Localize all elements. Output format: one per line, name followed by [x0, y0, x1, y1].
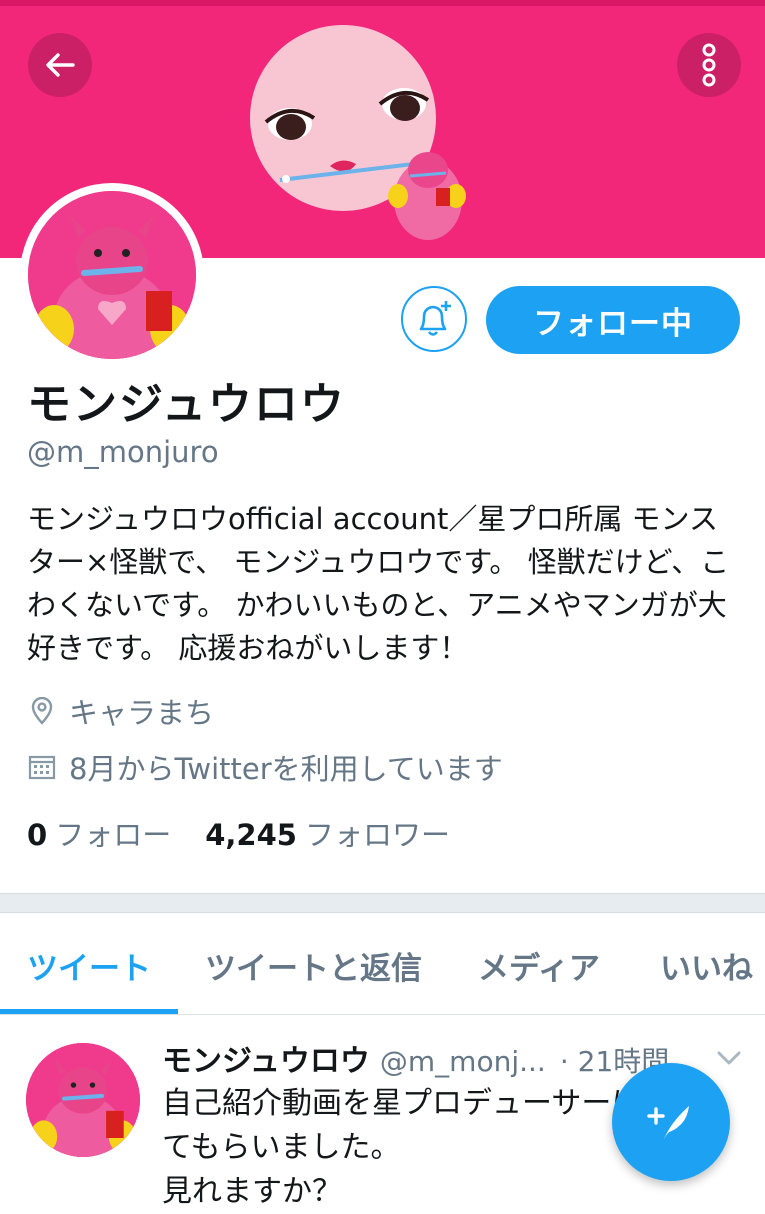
calendar-icon — [27, 752, 57, 782]
tweet-avatar[interactable] — [26, 1043, 140, 1157]
tab-media[interactable]: メディア — [478, 943, 600, 988]
profile-handle: @m_monjuro — [27, 435, 219, 469]
tweet-author-handle: @m_monj... — [379, 1045, 546, 1078]
following-link[interactable]: 0 フォロー — [27, 812, 171, 854]
active-tab-indicator — [0, 1009, 178, 1014]
followers-label: フォロワー — [304, 818, 450, 852]
section-divider — [0, 893, 765, 913]
notifications-button[interactable] — [401, 286, 467, 352]
arrow-left-icon — [46, 53, 75, 77]
followers-link[interactable]: 4,245 フォロワー — [205, 812, 450, 854]
location-pin-icon — [27, 696, 57, 726]
more-vertical-icon — [702, 43, 716, 87]
tweet-line: 見れますか？ — [162, 1174, 342, 1209]
compose-tweet-button[interactable] — [612, 1063, 730, 1181]
profile-bio: モンジュウロウofficial account／星プロ所属 モンスター×怪獣で、… — [27, 502, 730, 665]
profile-name: モンジュウロウ — [27, 379, 346, 430]
monster-avatar-illustration — [26, 1043, 140, 1157]
tweet-author-name[interactable]: モンジュウロウ — [162, 1036, 370, 1080]
monster-avatar-illustration — [28, 191, 196, 359]
profile-tabs: ツイート ツイートと返信 メディア いいね — [0, 913, 765, 1015]
bell-plus-icon — [419, 301, 451, 336]
profile-location: キャラまち — [27, 690, 214, 732]
profile-joined: 8月からTwitterを利用しています — [27, 746, 503, 788]
followers-count: 4,245 — [205, 818, 297, 852]
joined-text: 8月からTwitterを利用しています — [69, 752, 503, 786]
chevron-down-icon[interactable] — [716, 1048, 742, 1068]
tab-likes[interactable]: いいね — [660, 943, 753, 988]
follow-counts: 0 フォロー 4,245 フォロワー — [27, 812, 450, 854]
avatar-image — [28, 191, 196, 359]
tab-tweets[interactable]: ツイート — [27, 943, 151, 988]
location-text: キャラまち — [69, 696, 215, 730]
following-button[interactable]: フォロー中 — [486, 286, 740, 354]
back-button[interactable] — [28, 33, 92, 97]
following-count: 0 — [27, 818, 48, 852]
compose-tweet-icon — [647, 1106, 689, 1142]
tab-tweets-and-replies[interactable]: ツイートと返信 — [205, 943, 422, 988]
profile-avatar[interactable] — [20, 183, 204, 367]
following-label: フォロー — [55, 818, 172, 852]
more-options-button[interactable] — [677, 33, 741, 97]
